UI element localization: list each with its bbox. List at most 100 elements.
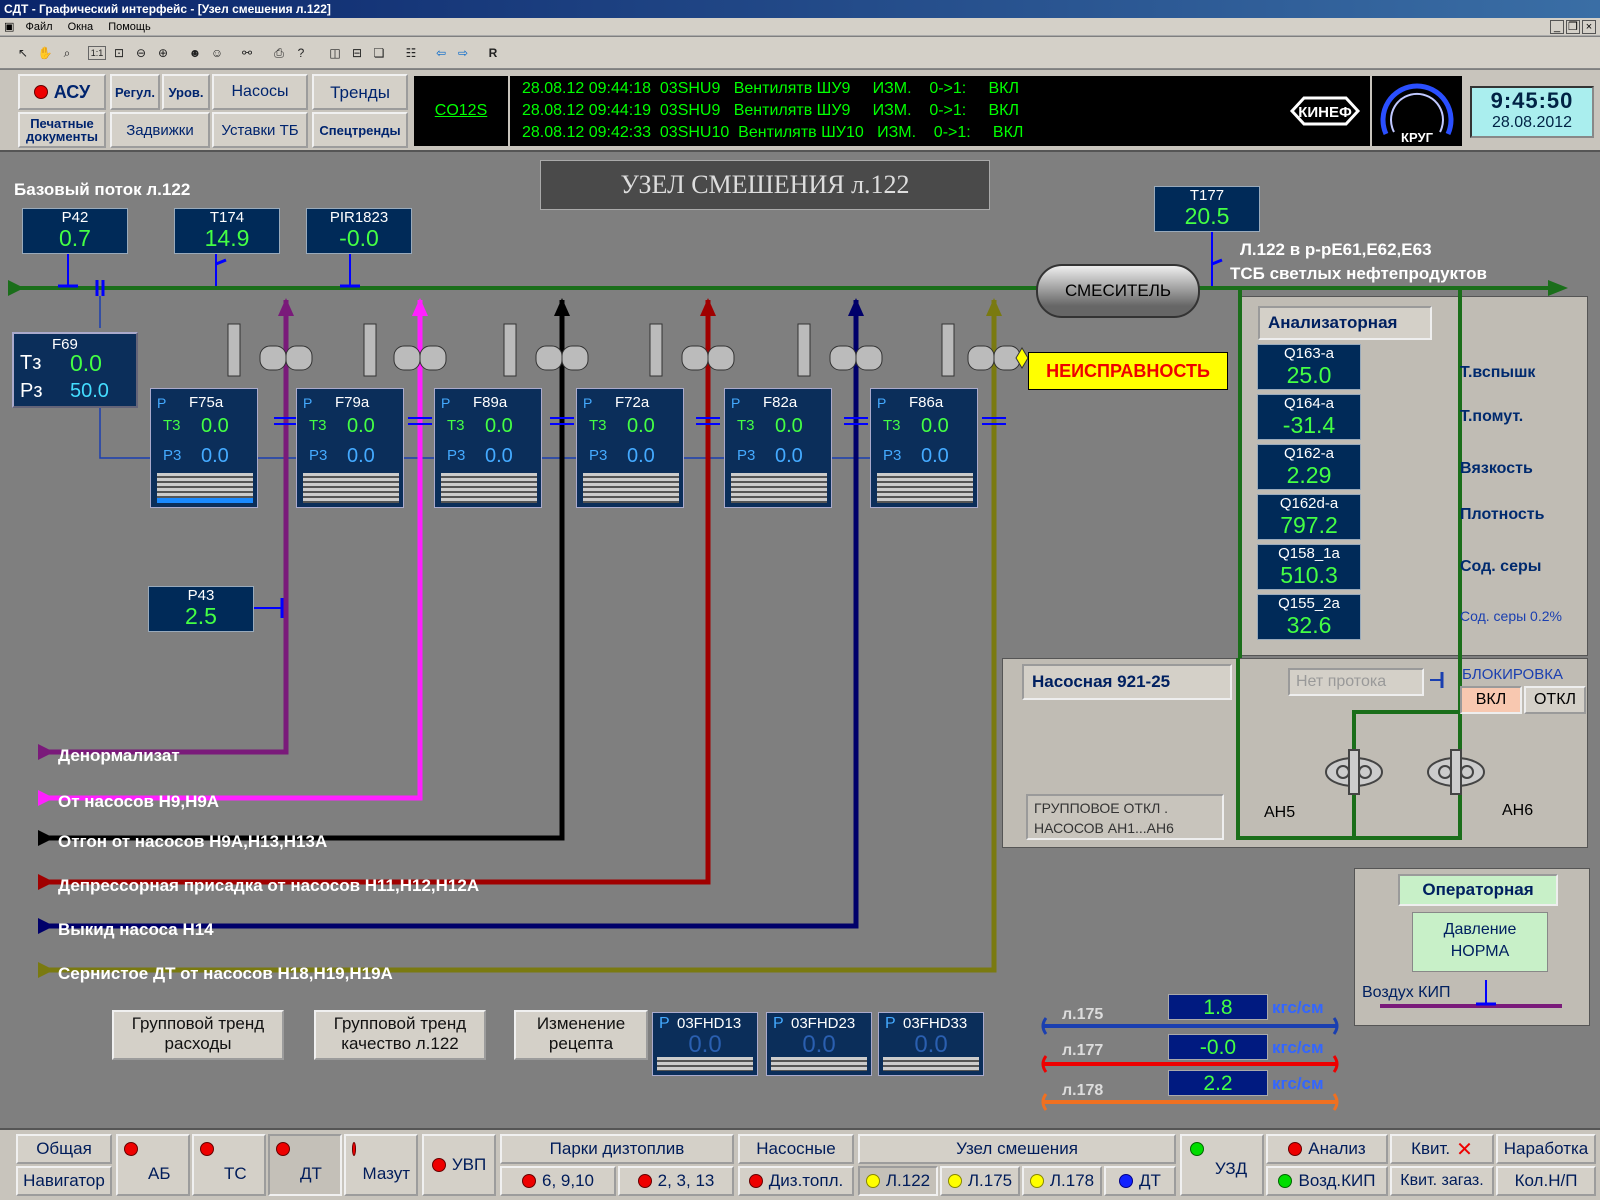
minimize-icon[interactable]: _ bbox=[1550, 20, 1564, 34]
air-kip-button[interactable]: Возд.КИП bbox=[1266, 1166, 1388, 1196]
print-docs-button[interactable]: Печатные документы bbox=[18, 112, 106, 148]
count-np-button[interactable]: Кол.Н/П bbox=[1496, 1166, 1596, 1196]
navigator-button[interactable]: Навигатор bbox=[16, 1166, 112, 1196]
binoculars-icon[interactable]: ⚯ bbox=[238, 44, 256, 62]
analyzer-q163a[interactable]: Q163-a 25.0 bbox=[1257, 344, 1361, 390]
group-off-line-1: ГРУППОВОЕ ОТКЛ . bbox=[1034, 800, 1169, 816]
line-178-value[interactable]: 2.2 bbox=[1168, 1070, 1268, 1096]
analyzer-q162a[interactable]: Q162-a 2.29 bbox=[1257, 444, 1361, 490]
controller-f89a[interactable]: P F89a Т3 0.0 Р3 0.0 bbox=[434, 388, 542, 508]
ctl-rz-value: 0.0 bbox=[921, 445, 949, 467]
sensor-pir1823[interactable]: PIR1823 -0.0 bbox=[306, 208, 412, 254]
line-175-value[interactable]: 1.8 bbox=[1168, 994, 1268, 1020]
blocking-on-button[interactable]: ВКЛ bbox=[1460, 686, 1522, 714]
analyzer-q155-2a[interactable]: Q155_2a 32.6 bbox=[1257, 594, 1361, 640]
ts-button[interactable]: ТС bbox=[192, 1134, 266, 1196]
pointer-icon[interactable]: ↖ bbox=[14, 44, 32, 62]
menu-file[interactable]: Файл bbox=[25, 21, 52, 33]
flow-03fhd33[interactable]: P 03FHD33 0.0 bbox=[878, 1012, 984, 1076]
zadvizhki-button[interactable]: Задвижки bbox=[110, 112, 210, 148]
menu-windows[interactable]: Окна bbox=[68, 21, 94, 33]
group-off-button[interactable]: ГРУППОВОЕ ОТКЛ . НАСОСОВ АН1...АН6 bbox=[1026, 794, 1224, 840]
forward-arrow-icon[interactable]: ⇨ bbox=[454, 44, 472, 62]
l175-button[interactable]: Л.175 bbox=[940, 1166, 1020, 1196]
analyzer-q158-1a[interactable]: Q158_1a 510.3 bbox=[1257, 544, 1361, 590]
analysis-button[interactable]: Анализ bbox=[1266, 1134, 1388, 1164]
hand-icon[interactable]: ✋ bbox=[36, 44, 54, 62]
user-icon[interactable]: ☺ bbox=[208, 44, 226, 62]
nasosy-button[interactable]: Насосы bbox=[212, 74, 308, 110]
krug-logo-text: КРУГ bbox=[1401, 130, 1434, 145]
air-kip-label: Возд.КИП bbox=[1298, 1171, 1376, 1190]
change-recipe-line-1: Изменение bbox=[536, 1014, 626, 1033]
controller-f79a[interactable]: P F79a Т3 0.0 Р3 0.0 bbox=[296, 388, 404, 508]
controller-f82a[interactable]: P F82a Т3 0.0 Р3 0.0 bbox=[724, 388, 832, 508]
group-trend-quality-button[interactable]: Групповой тренд качество л.122 bbox=[314, 1010, 486, 1060]
controller-f75a[interactable]: P F75a Т3 0.0 Р3 0.0 bbox=[150, 388, 258, 508]
print-icon[interactable]: ⎙ bbox=[270, 44, 288, 62]
l122-button[interactable]: Л.122 bbox=[858, 1166, 938, 1196]
flow-03fhd13[interactable]: P 03FHD13 0.0 bbox=[652, 1012, 758, 1076]
menu-help[interactable]: Помощь bbox=[108, 21, 151, 33]
users-icon[interactable]: ☻ bbox=[186, 44, 204, 62]
fault-indicator[interactable]: НЕИСПРАВНОСТЬ bbox=[1028, 352, 1228, 390]
mazut-button[interactable]: Мазут bbox=[344, 1134, 418, 1196]
park-6-9-10-button[interactable]: 6, 9,10 bbox=[500, 1166, 616, 1196]
close-icon[interactable]: × bbox=[1582, 20, 1596, 34]
q-value: 797.2 bbox=[1280, 512, 1338, 538]
sensor-p42[interactable]: P42 0.7 bbox=[22, 208, 128, 254]
zoom-out-icon[interactable]: ⊖ bbox=[132, 44, 150, 62]
analyzer-q162da[interactable]: Q162d-a 797.2 bbox=[1257, 494, 1361, 540]
restore-icon[interactable]: ❐ bbox=[1566, 20, 1580, 34]
window-list-icon[interactable]: ☷ bbox=[402, 44, 420, 62]
flow-03fhd23[interactable]: P 03FHD23 0.0 bbox=[766, 1012, 872, 1076]
controller-f86a[interactable]: P F86a Т3 0.0 Р3 0.0 bbox=[870, 388, 978, 508]
refresh-r-icon[interactable]: R bbox=[484, 44, 502, 62]
runtime-button[interactable]: Наработка bbox=[1496, 1134, 1596, 1164]
window-hsplit-icon[interactable]: ⊟ bbox=[348, 44, 366, 62]
help-icon[interactable]: ? bbox=[292, 44, 310, 62]
back-arrow-icon[interactable]: ⇦ bbox=[432, 44, 450, 62]
event-row: 28.08.12 09:44:19 03SHU9 Вентилятв ШУ9 И… bbox=[522, 102, 1019, 119]
zoom-fit-icon[interactable]: ⊡ bbox=[110, 44, 128, 62]
change-recipe-button[interactable]: Изменение рецепта bbox=[514, 1010, 648, 1060]
line-177-value[interactable]: -0.0 bbox=[1168, 1034, 1268, 1060]
uzd-button[interactable]: УЗД bbox=[1180, 1134, 1264, 1196]
controller-f72a[interactable]: P F72a Т3 0.0 Р3 0.0 bbox=[576, 388, 684, 508]
zoom-1-1-icon[interactable]: 1:1 bbox=[88, 46, 106, 60]
mixing-node-button[interactable]: Узел смешения bbox=[858, 1134, 1176, 1164]
trendy-button[interactable]: Тренды bbox=[312, 74, 408, 110]
zoom-in-icon[interactable]: ⊕ bbox=[154, 44, 172, 62]
urov-button[interactable]: Уров. bbox=[162, 74, 210, 110]
asu-button[interactable]: АСУ bbox=[18, 74, 106, 110]
blocking-off-button[interactable]: ОТКЛ bbox=[1524, 686, 1586, 714]
ab-button[interactable]: АБ bbox=[116, 1134, 190, 1196]
regul-button[interactable]: Регул. bbox=[110, 74, 160, 110]
controller-f69[interactable]: F69 Тз 0.0 Рз 50.0 bbox=[12, 332, 138, 408]
window-tile-icon[interactable]: ◫ bbox=[326, 44, 344, 62]
sensor-p43[interactable]: P43 2.5 bbox=[148, 586, 254, 632]
magnifier-icon[interactable]: ⌕ bbox=[58, 44, 76, 62]
diesel-fuel-button[interactable]: Диз.топл. bbox=[738, 1166, 854, 1196]
pump-stations-button[interactable]: Насосные bbox=[738, 1134, 854, 1164]
sensor-t174[interactable]: T174 14.9 bbox=[174, 208, 280, 254]
analyzer-q164a[interactable]: Q164-a -31.4 bbox=[1257, 394, 1361, 440]
dt-node-button[interactable]: ДТ bbox=[1104, 1166, 1176, 1196]
sensor-t177[interactable]: T177 20.5 bbox=[1154, 186, 1260, 232]
dt-button[interactable]: ДТ bbox=[268, 1134, 342, 1196]
destination-label-2: ТСБ светлых нефтепродуктов bbox=[1230, 264, 1487, 283]
spectrendy-button[interactable]: Спецтренды bbox=[312, 112, 408, 148]
acknowledge-button[interactable]: Квит. ✕ bbox=[1390, 1134, 1494, 1164]
diesel-parks-button[interactable]: Парки дизтоплив bbox=[500, 1134, 734, 1164]
window-cascade-icon[interactable]: ❏ bbox=[370, 44, 388, 62]
park-2-3-13-button[interactable]: 2, 3, 13 bbox=[618, 1166, 734, 1196]
general-button[interactable]: Общая bbox=[16, 1134, 112, 1164]
app-icon[interactable]: ▣ bbox=[4, 21, 14, 33]
l178-button[interactable]: Л.178 bbox=[1022, 1166, 1102, 1196]
acknowledge-gas-button[interactable]: Квит. загаз. bbox=[1390, 1166, 1494, 1196]
ustavki-button[interactable]: Уставки ТБ bbox=[212, 112, 308, 148]
uvp-button[interactable]: УВП bbox=[422, 1134, 496, 1196]
group-trend-flow-button[interactable]: Групповой тренд расходы bbox=[112, 1010, 284, 1060]
mixer-tank[interactable]: СМЕСИТЕЛЬ bbox=[1036, 264, 1200, 318]
co12s-link[interactable]: CO12S bbox=[414, 76, 508, 146]
